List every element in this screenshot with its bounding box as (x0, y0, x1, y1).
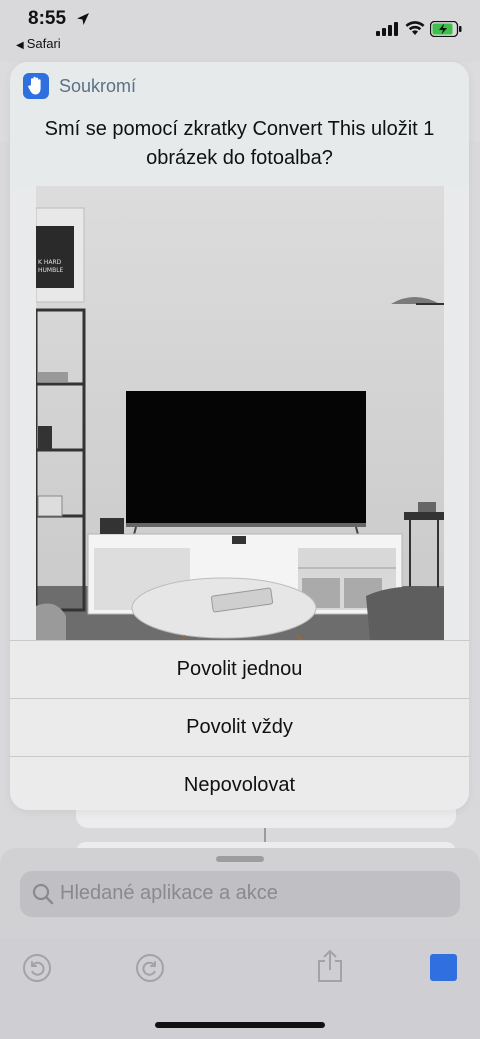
image-preview: K HARD HUMBLE (36, 186, 444, 640)
status-time: 8:55 (28, 8, 67, 29)
location-arrow-icon (77, 13, 89, 25)
sheet-grabber[interactable] (216, 856, 264, 862)
privacy-app-icon (23, 73, 49, 99)
back-app-label: Safari (26, 36, 61, 51)
alert-question: Smí se pomocí zkratky Convert This uloži… (44, 118, 435, 169)
back-to-app-link[interactable]: ◀ Safari (16, 36, 61, 51)
svg-text:HUMBLE: HUMBLE (38, 267, 64, 274)
back-triangle-icon: ◀ (16, 40, 24, 51)
battery-charging-icon (430, 21, 462, 37)
hand-icon (28, 76, 41, 95)
poster-text: K HARD (38, 259, 62, 266)
search-icon (32, 883, 54, 905)
alert-actions: Povolit jednou Povolit vždy Nepovolovat (10, 640, 469, 810)
allow-always-button[interactable]: Povolit vždy (10, 698, 469, 756)
redo-icon[interactable] (135, 953, 165, 983)
dont-allow-button[interactable]: Nepovolovat (10, 756, 469, 810)
privacy-alert-dialog: Soukromí Smí se pomocí zkratky Convert T… (10, 62, 469, 810)
status-bar: 8:55 ◀ Safari (0, 0, 480, 56)
home-indicator[interactable] (155, 1022, 325, 1028)
stop-icon[interactable] (430, 954, 457, 981)
cellular-signal-icon (376, 22, 398, 36)
search-placeholder: Hledané aplikace a akce (60, 882, 278, 904)
share-icon[interactable] (316, 949, 344, 983)
allow-once-button[interactable]: Povolit jednou (10, 640, 469, 698)
alert-app-name: Soukromí (59, 76, 137, 96)
undo-icon[interactable] (22, 953, 52, 983)
background-connector (264, 828, 266, 842)
wifi-icon (405, 21, 425, 35)
